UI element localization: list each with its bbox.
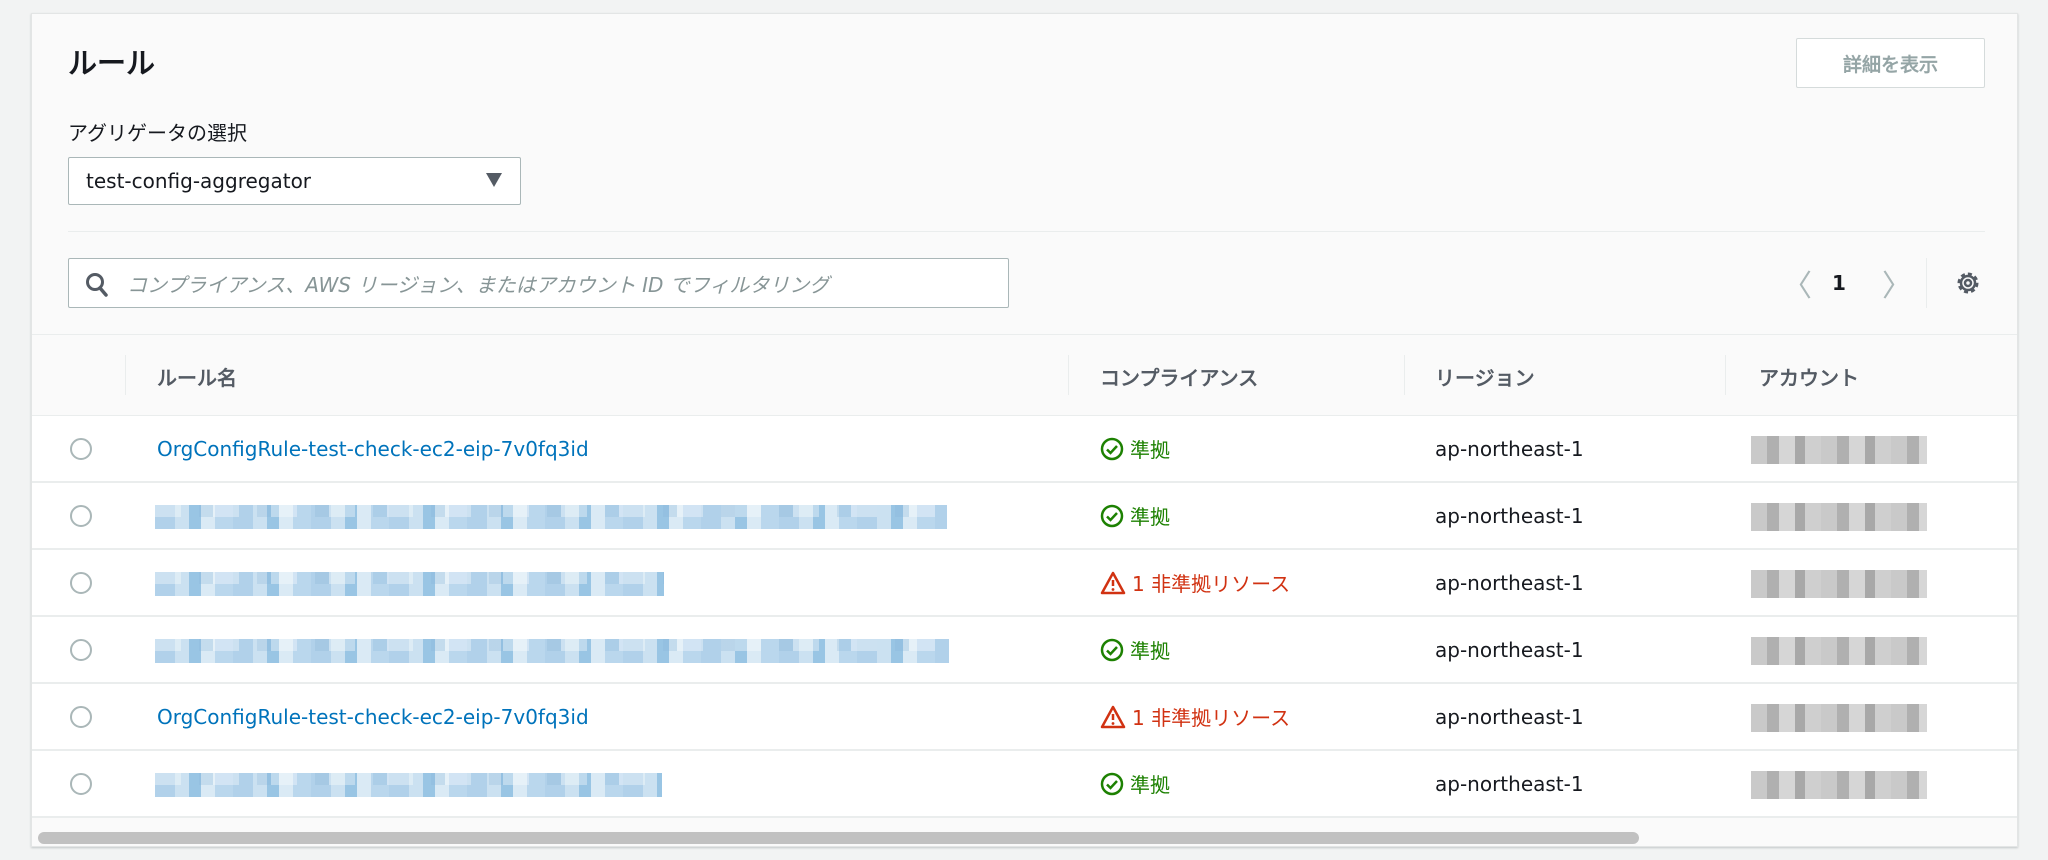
- compliance-text: 1 非準拠リソース: [1132, 706, 1291, 730]
- column-header-account[interactable]: アカウント: [1759, 335, 1859, 417]
- row-select-radio[interactable]: [70, 639, 92, 661]
- check-circle-icon: [1100, 437, 1124, 460]
- prev-page-button[interactable]: 〈: [1782, 266, 1812, 304]
- check-circle-icon: [1100, 504, 1124, 527]
- redacted-rule-name[interactable]: [155, 773, 662, 797]
- compliance-text: 1 非準拠リソース: [1132, 572, 1291, 596]
- check-circle-icon: [1100, 638, 1124, 661]
- table-row[interactable]: OrgConfigRule-test-check-ec2-eip-7v0fq3i…: [32, 416, 2017, 483]
- compliance-status: 1 非準拠リソース: [1100, 684, 1290, 749]
- caret-down-icon: [486, 173, 502, 187]
- compliance-text: 準拠: [1130, 773, 1170, 797]
- redacted-account-id: [1751, 503, 1927, 531]
- next-page-button[interactable]: 〉: [1882, 266, 1912, 304]
- check-circle-icon: [1100, 772, 1124, 795]
- horizontal-scrollbar[interactable]: [38, 832, 1639, 844]
- compliance-text: 準拠: [1130, 639, 1170, 663]
- column-header-rule-name[interactable]: ルール名: [157, 335, 237, 417]
- redacted-account-id: [1751, 570, 1927, 598]
- divider: [68, 231, 1985, 232]
- redacted-rule-name[interactable]: [155, 639, 949, 663]
- redacted-account-id: [1751, 704, 1927, 732]
- table-header: ルール名 コンプライアンス リージョン アカウント: [32, 334, 2017, 416]
- row-select-radio[interactable]: [70, 706, 92, 728]
- redacted-rule-name[interactable]: [155, 505, 947, 529]
- aggregator-select[interactable]: test-config-aggregator: [68, 157, 521, 205]
- table-row[interactable]: 準拠 ap-northeast-1: [32, 483, 2017, 550]
- warning-icon: [1100, 571, 1126, 594]
- rule-name-link[interactable]: OrgConfigRule-test-check-ec2-eip-7v0fq3i…: [157, 684, 589, 749]
- column-separator: [1725, 355, 1726, 395]
- region-cell: ap-northeast-1: [1435, 704, 1584, 729]
- row-select-radio[interactable]: [70, 505, 92, 527]
- divider: [1926, 258, 1927, 308]
- compliance-status: 準拠: [1100, 617, 1170, 682]
- current-page[interactable]: 1: [1832, 266, 1846, 300]
- redacted-account-id: [1751, 637, 1927, 665]
- rules-panel: ルール 詳細を表示 アグリゲータの選択 test-config-aggregat…: [31, 13, 2018, 847]
- column-header-compliance[interactable]: コンプライアンス: [1100, 335, 1258, 417]
- compliance-text: 準拠: [1130, 438, 1170, 462]
- page-title: ルール: [68, 46, 156, 80]
- filter-search-input[interactable]: コンプライアンス、AWS リージョン、またはアカウント ID でフィルタリング: [68, 258, 1009, 308]
- redacted-account-id: [1751, 771, 1927, 799]
- compliance-status: 準拠: [1100, 751, 1170, 816]
- search-icon: [86, 273, 108, 297]
- region-cell: ap-northeast-1: [1435, 436, 1584, 461]
- warning-icon: [1100, 705, 1126, 728]
- aggregator-selected-value: test-config-aggregator: [86, 169, 312, 193]
- region-cell: ap-northeast-1: [1435, 637, 1584, 662]
- row-select-radio[interactable]: [70, 438, 92, 460]
- view-details-button[interactable]: 詳細を表示: [1796, 38, 1985, 88]
- region-cell: ap-northeast-1: [1435, 503, 1584, 528]
- row-select-radio[interactable]: [70, 773, 92, 795]
- table-body: OrgConfigRule-test-check-ec2-eip-7v0fq3i…: [32, 416, 2017, 818]
- region-cell: ap-northeast-1: [1435, 771, 1584, 796]
- row-select-radio[interactable]: [70, 572, 92, 594]
- table-row[interactable]: 1 非準拠リソース ap-northeast-1: [32, 550, 2017, 617]
- compliance-status: 準拠: [1100, 483, 1170, 548]
- column-separator: [1404, 355, 1405, 395]
- table-row[interactable]: 準拠 ap-northeast-1: [32, 751, 2017, 818]
- compliance-text: 準拠: [1130, 505, 1170, 529]
- column-separator: [125, 355, 126, 395]
- search-placeholder: コンプライアンス、AWS リージョン、またはアカウント ID でフィルタリング: [127, 272, 830, 297]
- redacted-rule-name[interactable]: [155, 572, 664, 596]
- aggregator-label: アグリゲータの選択: [68, 121, 247, 145]
- column-header-region[interactable]: リージョン: [1435, 335, 1535, 417]
- rule-name-link[interactable]: OrgConfigRule-test-check-ec2-eip-7v0fq3i…: [157, 416, 589, 481]
- region-cell: ap-northeast-1: [1435, 570, 1584, 595]
- gear-icon[interactable]: [1954, 269, 1982, 297]
- table-row[interactable]: OrgConfigRule-test-check-ec2-eip-7v0fq3i…: [32, 684, 2017, 751]
- compliance-status: 準拠: [1100, 416, 1170, 481]
- compliance-status: 1 非準拠リソース: [1100, 550, 1290, 615]
- column-separator: [1068, 355, 1069, 395]
- redacted-account-id: [1751, 436, 1927, 464]
- table-row[interactable]: 準拠 ap-northeast-1: [32, 617, 2017, 684]
